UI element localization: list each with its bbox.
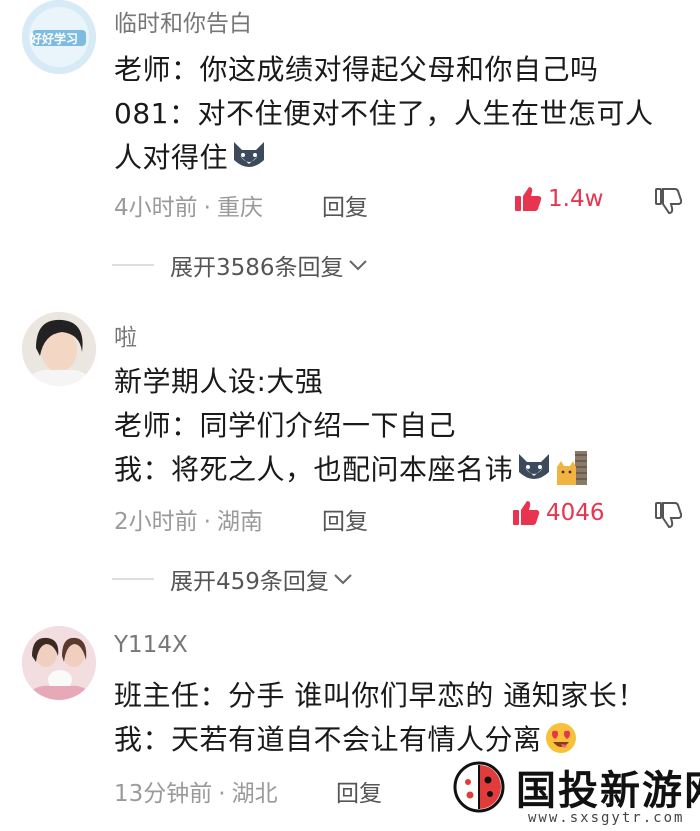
meta-separator: ·: [218, 781, 226, 807]
comment-text-line: 班主任：分手 谁叫你们早恋的 通知家长！: [114, 679, 646, 712]
comment-text-line: 081：对不住便对不住了，人生在世怎可人: [114, 97, 654, 130]
meta-separator: ·: [203, 509, 211, 535]
thumbs-down-icon: [655, 188, 683, 215]
watermark-logo: 国投新游网: [452, 758, 700, 816]
expand-replies-button[interactable]: 展开459条回复: [112, 562, 353, 596]
comment-time: 13分钟前: [114, 781, 213, 807]
username[interactable]: Y114X: [114, 632, 188, 658]
heart-eyes-emoji-icon: [544, 721, 578, 762]
reply-button[interactable]: 回复: [322, 502, 368, 536]
dislike-button[interactable]: [654, 502, 683, 532]
comment-text: 我：天若有道自不会让有情人分离: [114, 723, 542, 756]
comment-text-line-last: 我：天若有道自不会让有情人分离: [114, 718, 578, 762]
comment-time: 2小时前: [114, 509, 198, 535]
comment-text-line: 老师：你这成绩对得起父母和你自己吗: [114, 53, 599, 86]
like-button[interactable]: 1.4w: [514, 186, 603, 212]
comment-meta: 2小时前 · 湖南: [114, 502, 263, 536]
comment-location: 重庆: [216, 195, 263, 221]
reply-button[interactable]: 回复: [322, 188, 368, 222]
thumbs-down-icon: [655, 502, 683, 529]
comment-location: 湖北: [231, 781, 278, 807]
thumbs-up-icon: [515, 187, 542, 211]
chevron-down-icon: [348, 260, 367, 271]
watermark-url: www.sxsgytr.com: [528, 810, 685, 826]
username[interactable]: 啦: [114, 318, 137, 352]
like-count: 4046: [546, 500, 605, 526]
meta-separator: ·: [203, 195, 211, 221]
divider: [112, 578, 154, 580]
thumbs-up-icon: [513, 501, 540, 525]
comment-text: 人对得住: [114, 141, 229, 174]
comment-text-line: 老师：同学们介绍一下自己: [114, 409, 457, 442]
avatar-text: 好好学习: [30, 32, 79, 46]
comment-text-line-last: 我：将死之人，也配问本座名讳: [114, 448, 589, 492]
chevron-down-icon: [334, 574, 352, 585]
avatar[interactable]: [22, 626, 96, 700]
wolf-emoji-icon: [230, 140, 268, 179]
expand-replies-button[interactable]: 展开3586条回复: [112, 248, 368, 282]
ladybug-logo-icon: [453, 761, 505, 813]
comment-meta: 13分钟前 · 湖北: [114, 774, 278, 808]
avatar[interactable]: [22, 312, 96, 386]
comment-meta: 4小时前 · 重庆: [114, 188, 263, 222]
comment-text-line-last: 人对得住: [114, 136, 268, 179]
comment-location: 湖南: [216, 509, 263, 535]
expand-replies-label: 展开3586条回复: [170, 255, 344, 281]
like-button[interactable]: 4046: [512, 500, 605, 526]
comment-text: 我：将死之人，也配问本座名讳: [114, 453, 514, 486]
wolf-emoji-icon: [515, 452, 553, 491]
expand-replies-label: 展开459条回复: [170, 569, 329, 595]
like-count: 1.4w: [548, 186, 604, 212]
dislike-button[interactable]: [654, 188, 683, 218]
watermark-name: 国投新游网: [516, 768, 700, 814]
cat-wall-emoji-icon: [555, 450, 589, 492]
reply-button[interactable]: 回复: [336, 774, 382, 808]
avatar[interactable]: 好好学习: [22, 0, 96, 74]
comment-text-line: 新学期人设:大强: [114, 365, 324, 398]
divider: [112, 264, 154, 266]
username[interactable]: 临时和你告白: [114, 4, 252, 38]
comment-time: 4小时前: [114, 195, 198, 221]
